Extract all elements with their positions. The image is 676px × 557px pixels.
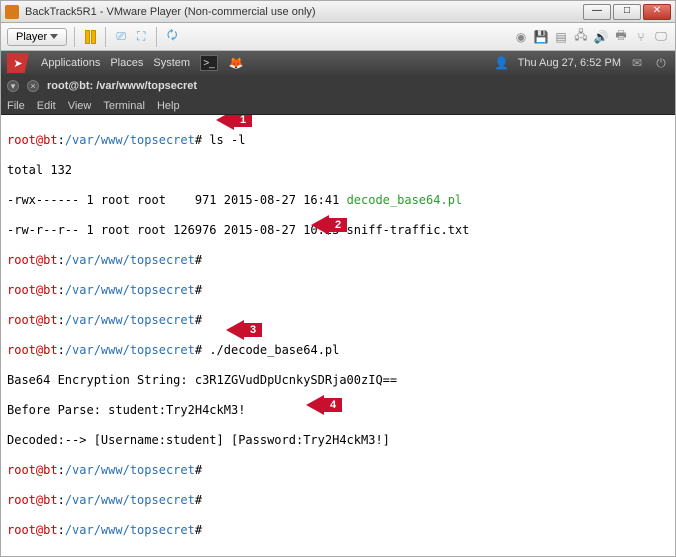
menu-help[interactable]: Help — [157, 100, 180, 112]
gnome-panel: ➤ Applications Places System >_ 🦊 👤 Thu … — [1, 51, 675, 75]
vmware-titlebar: BackTrack5R1 - VMware Player (Non-commer… — [1, 1, 675, 23]
terminal-menu-icon[interactable]: ▾ — [7, 80, 19, 92]
chevron-down-icon — [50, 34, 58, 39]
device-net-icon[interactable]: 🖧 — [573, 29, 589, 45]
term-line: Base64 Encryption String: c3R1ZGVudDpUcn… — [7, 373, 669, 388]
window-title: BackTrack5R1 - VMware Player (Non-commer… — [25, 6, 583, 18]
cycle-icon[interactable]: 🗘 — [164, 29, 180, 45]
term-line: root@bt:/var/www/topsecret# — [7, 283, 669, 298]
device-hd-icon[interactable]: ▤ — [553, 29, 569, 45]
mail-icon[interactable]: ✉ — [629, 55, 645, 71]
terminal-body[interactable]: root@bt:/var/www/topsecret# ls -l total … — [1, 115, 675, 545]
fullscreen-icon[interactable]: ⛶ — [133, 29, 149, 45]
terminal-title: root@bt: /var/www/topsecret — [47, 80, 197, 92]
vmware-toolbar: Player ⎚ ⛶ 🗘 ◉ 💾 ▤ 🖧 🔊 🖶 ⑂ 🖵 — [1, 23, 675, 51]
device-sound-icon[interactable]: 🔊 — [593, 29, 609, 45]
term-line: root@bt:/var/www/topsecret# — [7, 493, 669, 508]
menu-view[interactable]: View — [68, 100, 92, 112]
term-line: -rwx------ 1 root root 971 2015-08-27 16… — [7, 193, 669, 208]
annotation-arrow-1: 1 — [216, 115, 252, 130]
separator — [156, 27, 157, 47]
menu-places[interactable]: Places — [110, 57, 143, 69]
device-usb-icon[interactable]: ⑂ — [633, 29, 649, 45]
close-button[interactable]: ✕ — [643, 4, 671, 20]
term-line: root@bt:/var/www/topsecret# ls -l — [7, 133, 669, 148]
separator — [74, 27, 75, 47]
sidebar-toggle-icon[interactable] — [82, 29, 98, 45]
device-display-icon[interactable]: 🖵 — [653, 29, 669, 45]
terminal-close-icon[interactable]: × — [27, 80, 39, 92]
device-floppy-icon[interactable]: 💾 — [533, 29, 549, 45]
vmware-icon — [5, 5, 19, 19]
unity-icon[interactable]: ⎚ — [113, 29, 129, 45]
terminal-titlebar: ▾ × root@bt: /var/www/topsecret — [1, 75, 675, 97]
menu-system[interactable]: System — [153, 57, 190, 69]
menu-edit[interactable]: Edit — [37, 100, 56, 112]
term-line: root@bt:/var/www/topsecret# — [7, 253, 669, 268]
annotation-arrow-3: 3 — [226, 320, 262, 340]
device-printer-icon[interactable]: 🖶 — [613, 29, 629, 45]
power-icon[interactable]: ⏻ — [653, 55, 669, 71]
term-line: Decoded:--> [Username:student] [Password… — [7, 433, 669, 448]
distro-icon[interactable]: ➤ — [7, 53, 29, 73]
window-controls: — □ ✕ — [583, 4, 671, 20]
term-line: root@bt:/var/www/topsecret# — [7, 523, 669, 538]
annotation-arrow-2: 2 — [311, 215, 347, 235]
player-label: Player — [16, 31, 47, 43]
player-menu-button[interactable]: Player — [7, 28, 67, 46]
user-icon[interactable]: 👤 — [494, 55, 510, 71]
annotation-arrow-4: 4 — [306, 395, 342, 415]
maximize-button[interactable]: □ — [613, 4, 641, 20]
term-line: root@bt:/var/www/topsecret# ./decode_bas… — [7, 343, 669, 358]
terminal-launcher-icon[interactable]: >_ — [200, 55, 218, 71]
menu-applications[interactable]: Applications — [41, 57, 100, 69]
minimize-button[interactable]: — — [583, 4, 611, 20]
term-line: total 132 — [7, 163, 669, 178]
separator — [105, 27, 106, 47]
clock: Thu Aug 27, 6:52 PM — [518, 57, 621, 69]
device-cd-icon[interactable]: ◉ — [513, 29, 529, 45]
term-line: root@bt:/var/www/topsecret# — [7, 463, 669, 478]
term-line: root@bt:/var/www/topsecret# — [7, 313, 669, 328]
terminal-menubar: File Edit View Terminal Help — [1, 97, 675, 115]
firefox-launcher-icon[interactable]: 🦊 — [228, 55, 244, 71]
menu-terminal[interactable]: Terminal — [103, 100, 145, 112]
menu-file[interactable]: File — [7, 100, 25, 112]
